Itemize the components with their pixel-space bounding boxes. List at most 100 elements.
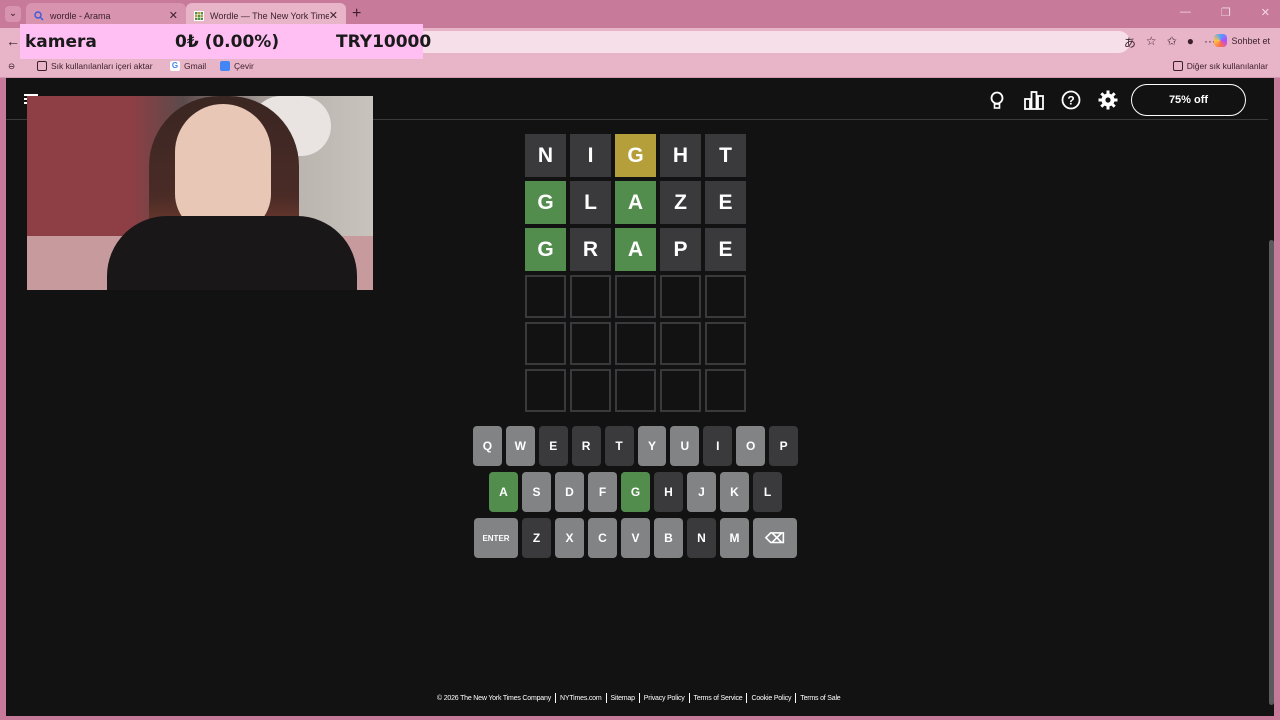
bookmark-gmail[interactable]: G Gmail (170, 61, 206, 71)
footer-link[interactable]: NYTimes.com (560, 695, 602, 702)
board-tile: G (525, 181, 566, 224)
page-footer: © 2026 The New York Times Company NYTimes… (437, 693, 841, 703)
key-l[interactable]: L (753, 472, 782, 512)
webcam-face (175, 104, 271, 234)
board-row: GLAZE (525, 181, 746, 224)
enter-key[interactable]: ENTER (474, 518, 518, 558)
key-s[interactable]: S (522, 472, 551, 512)
footer-link[interactable]: Privacy Policy (644, 695, 685, 702)
key-a[interactable]: A (489, 472, 518, 512)
key-e[interactable]: E (538, 426, 568, 466)
key-t[interactable]: T (604, 426, 634, 466)
maximize-icon[interactable]: ❐ (1221, 6, 1231, 19)
favorite-star-icon[interactable]: ☆ (1146, 34, 1157, 51)
footer-link[interactable]: Terms of Sale (800, 695, 840, 702)
key-p[interactable]: P (769, 426, 799, 466)
key-m[interactable]: M (720, 518, 749, 558)
key-v[interactable]: V (621, 518, 650, 558)
import-icon (37, 61, 47, 71)
read-aloud-icon[interactable]: あ (1124, 34, 1136, 51)
board-tile: I (570, 134, 611, 177)
donation-ticker: kamera 0₺ (0.00%) TRY10000 (20, 24, 431, 59)
key-i[interactable]: I (703, 426, 733, 466)
footer-link[interactable]: Sitemap (611, 695, 635, 702)
board-tile (615, 322, 656, 365)
footer-copyright: © 2026 The New York Times Company (437, 694, 551, 702)
other-bookmarks[interactable]: Diğer sık kullanılanlar (1172, 61, 1268, 71)
ticker-amount: 0₺ (0.00%) (175, 31, 280, 52)
key-r[interactable]: R (571, 426, 601, 466)
key-n[interactable]: N (687, 518, 716, 558)
close-icon[interactable]: ✕ (169, 9, 178, 22)
on-screen-keyboard: Q W E R T Y U I O P A S D F G H J K L ENTER Z X C V B N M ⌫ (472, 426, 799, 564)
settings-icon[interactable] (1097, 90, 1119, 110)
footer-separator (746, 693, 748, 703)
board-tile (570, 322, 611, 365)
key-w[interactable]: W (505, 426, 535, 466)
key-q[interactable]: Q (472, 426, 502, 466)
board-tile (705, 369, 746, 412)
bookmark-import[interactable]: Sık kullanılanları içeri aktar (37, 61, 153, 71)
minimize-icon[interactable]: — (1180, 6, 1191, 19)
board-row (525, 275, 746, 318)
board-tile (660, 322, 701, 365)
tab-list-button[interactable]: ⌄ (5, 6, 21, 22)
board-tile: R (570, 228, 611, 271)
key-y[interactable]: Y (637, 426, 667, 466)
board-tile: P (660, 228, 701, 271)
keyboard-row: ENTER Z X C V B N M ⌫ (473, 518, 798, 558)
scrollbar[interactable] (1269, 240, 1274, 705)
board-tile: N (525, 134, 566, 177)
favorites-icon[interactable]: ✩ (1167, 34, 1177, 51)
key-o[interactable]: O (736, 426, 766, 466)
key-u[interactable]: U (670, 426, 700, 466)
board-tile: H (660, 134, 701, 177)
close-window-icon[interactable]: ✕ (1261, 6, 1270, 19)
backspace-key[interactable]: ⌫ (753, 518, 797, 558)
lightbulb-icon[interactable] (986, 90, 1008, 110)
close-icon[interactable]: ✕ (329, 9, 338, 22)
footer-separator (795, 693, 797, 703)
board-tile: A (615, 181, 656, 224)
stats-icon[interactable] (1023, 90, 1045, 110)
key-h[interactable]: H (654, 472, 683, 512)
key-k[interactable]: K (720, 472, 749, 512)
board-tile (615, 275, 656, 318)
footer-link[interactable]: Terms of Service (694, 695, 743, 702)
ticker-goal: TRY10000 (336, 31, 432, 52)
footer-separator (555, 693, 556, 703)
key-f[interactable]: F (588, 472, 617, 512)
bookmarks-bar: ⊖ Sık kullanılanları içeri aktar G Gmail… (0, 56, 1280, 78)
bookmarks-menu-icon[interactable]: ⊖ (8, 61, 15, 72)
folder-icon (1172, 61, 1183, 71)
bookmark-translate[interactable]: Çevir (220, 61, 254, 71)
key-z[interactable]: Z (522, 518, 551, 558)
copilot-button[interactable]: Sohbet et (1214, 34, 1270, 47)
key-c[interactable]: C (588, 518, 617, 558)
board-tile (705, 275, 746, 318)
key-b[interactable]: B (654, 518, 683, 558)
board-tile: Z (660, 181, 701, 224)
key-d[interactable]: D (555, 472, 584, 512)
new-tab-button[interactable]: + (352, 5, 361, 23)
copilot-label: Sohbet et (1231, 35, 1270, 46)
key-x[interactable]: X (555, 518, 584, 558)
back-arrow-icon[interactable]: ← (6, 33, 20, 49)
keyboard-row: QWERTYUIOP (472, 426, 799, 466)
game-board: NIGHTGLAZEGRAPE (525, 134, 746, 416)
key-g[interactable]: G (621, 472, 650, 512)
board-tile: G (525, 228, 566, 271)
webcam-body (107, 216, 357, 290)
board-tile (660, 275, 701, 318)
board-row: NIGHT (525, 134, 746, 177)
help-icon[interactable]: ? (1060, 90, 1082, 110)
board-row (525, 322, 746, 365)
subscribe-offer-button[interactable]: 75% off (1131, 84, 1246, 116)
key-j[interactable]: J (687, 472, 716, 512)
footer-link[interactable]: Cookie Policy (751, 695, 791, 702)
translate-icon (220, 61, 230, 71)
google-icon: G (170, 61, 180, 71)
board-tile (705, 322, 746, 365)
profile-icon[interactable]: ● (1187, 34, 1194, 51)
board-tile (570, 275, 611, 318)
